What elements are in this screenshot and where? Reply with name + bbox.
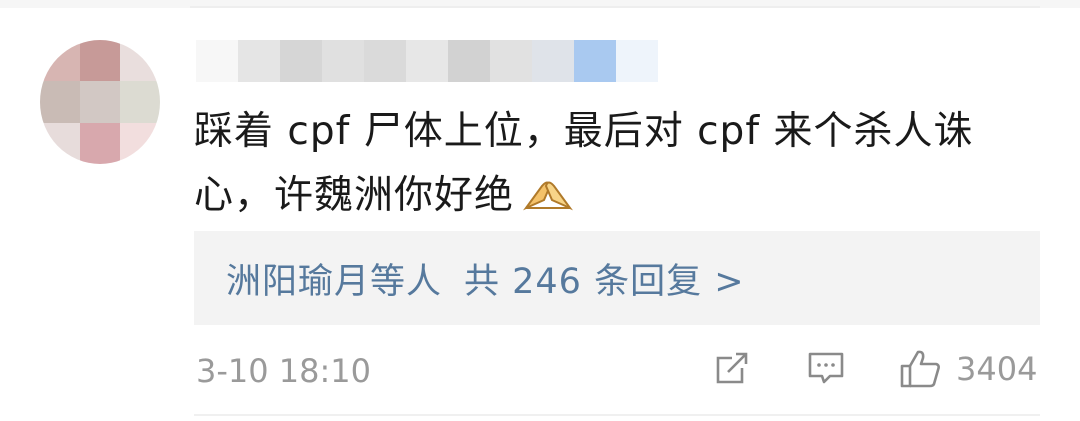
top-divider bbox=[0, 0, 1080, 8]
username-pixelated[interactable] bbox=[196, 40, 658, 82]
comment-icon bbox=[808, 352, 844, 384]
thumbs-up-icon bbox=[900, 350, 940, 388]
replies-summary[interactable]: 洲阳瑜月等人 共 246 条回复 > bbox=[194, 231, 1040, 325]
reply-names: 洲阳瑜月等人 bbox=[226, 261, 443, 302]
comment-body: 踩着 cpf 尸体上位，最后对 cpf 来个杀人诛心，许魏洲你好绝 bbox=[194, 109, 974, 218]
reply-count-link[interactable]: 共 246 条回复 > bbox=[464, 253, 745, 304]
bottom-divider bbox=[194, 414, 1040, 416]
share-button[interactable] bbox=[712, 348, 752, 392]
pray-hands-emoji-icon bbox=[522, 168, 574, 232]
share-icon bbox=[716, 352, 748, 384]
avatar[interactable] bbox=[40, 40, 160, 164]
like-count: 3404 bbox=[956, 350, 1038, 388]
timestamp: 3-10 18:10 bbox=[196, 352, 372, 390]
comment-text: 踩着 cpf 尸体上位，最后对 cpf 来个杀人诛心，许魏洲你好绝 bbox=[194, 100, 1014, 232]
like-button[interactable]: 3404 bbox=[898, 348, 1037, 390]
comment-button[interactable] bbox=[806, 348, 846, 392]
